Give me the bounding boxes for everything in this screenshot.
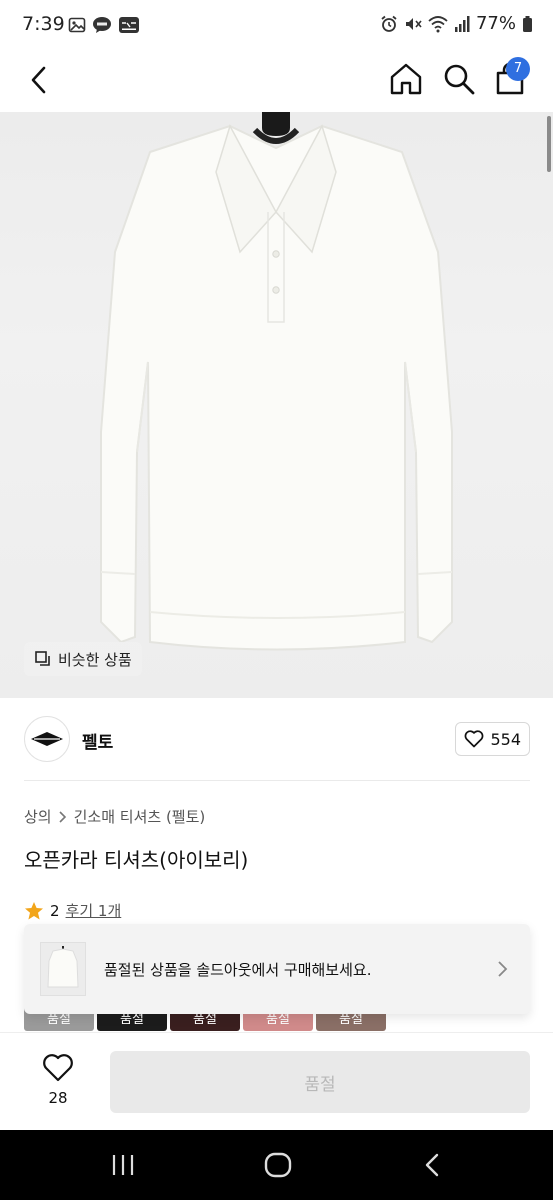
home-nav-icon[interactable]: [264, 1152, 292, 1178]
kakaotalk-icon: [93, 17, 111, 33]
home-icon[interactable]: [388, 61, 424, 97]
kia-connect-icon: [119, 17, 139, 33]
signal-icon: [454, 15, 470, 32]
battery-icon: [523, 15, 532, 32]
heart-icon: [43, 1054, 73, 1082]
shop-logo[interactable]: [24, 716, 70, 762]
back-nav-icon[interactable]: [422, 1152, 442, 1178]
review-link[interactable]: 후기 1개: [66, 900, 122, 921]
alarm-icon: [381, 15, 397, 32]
mute-icon: [405, 17, 422, 30]
back-icon[interactable]: [22, 62, 58, 98]
heart-icon: [465, 730, 484, 748]
cart-badge: 7: [506, 57, 530, 81]
rating-row: 2 후기 1개: [24, 900, 121, 921]
product-title: 오픈카라 티셔츠(아이보리): [24, 848, 249, 872]
wish-count: 28: [48, 1089, 68, 1107]
buy-button[interactable]: 품절: [110, 1051, 530, 1113]
bottom-action-bar: 28 품절: [0, 1032, 553, 1130]
shop-like-button[interactable]: 554: [455, 722, 530, 756]
battery-percent: 77%: [475, 13, 516, 34]
similar-products-label: 비슷한 상품: [58, 650, 132, 669]
divider: [24, 780, 530, 781]
shop-name[interactable]: 펠토: [82, 728, 113, 753]
shop-like-count: 554: [490, 729, 521, 749]
search-icon[interactable]: [441, 61, 477, 97]
rating-score: 2: [50, 901, 60, 920]
similar-products-button[interactable]: 비슷한 상품: [24, 642, 142, 676]
wish-button[interactable]: 28: [34, 1053, 82, 1113]
status-right: 77%: [380, 13, 533, 34]
soldout-banner-text: 품절된 상품을 솔드아웃에서 구매해보세요.: [104, 961, 372, 979]
top-nav: [0, 50, 553, 112]
gallery-icon: [68, 17, 86, 33]
copy-icon: [35, 651, 50, 666]
recent-apps-icon[interactable]: [110, 1152, 136, 1178]
shop-logo-mark: [31, 732, 63, 746]
shirt-thumbnail: [41, 943, 85, 995]
soldout-banner[interactable]: 품절된 상품을 솔드아웃에서 구매해보세요.: [24, 924, 530, 1014]
shirt-illustration: [100, 112, 453, 651]
product-image[interactable]: [0, 112, 553, 698]
banner-thumbnail: [40, 942, 86, 996]
shop-row: 펠토 554: [24, 716, 530, 766]
system-nav-bar: [0, 1130, 553, 1200]
breadcrumb-category[interactable]: 상의: [24, 806, 52, 827]
chevron-right-icon: [59, 810, 66, 823]
status-bar: 7:39 77%: [0, 0, 553, 50]
status-time: 7:39: [22, 13, 65, 35]
wifi-icon: [428, 15, 448, 32]
star-icon: [25, 901, 43, 919]
status-left-icons: [68, 16, 140, 34]
chevron-right-icon: [498, 961, 508, 977]
breadcrumb-subcategory[interactable]: 긴소매 티셔츠 (펠토): [74, 806, 206, 827]
scrollbar[interactable]: [547, 116, 551, 172]
breadcrumb: 상의 긴소매 티셔츠 (펠토): [24, 806, 205, 827]
